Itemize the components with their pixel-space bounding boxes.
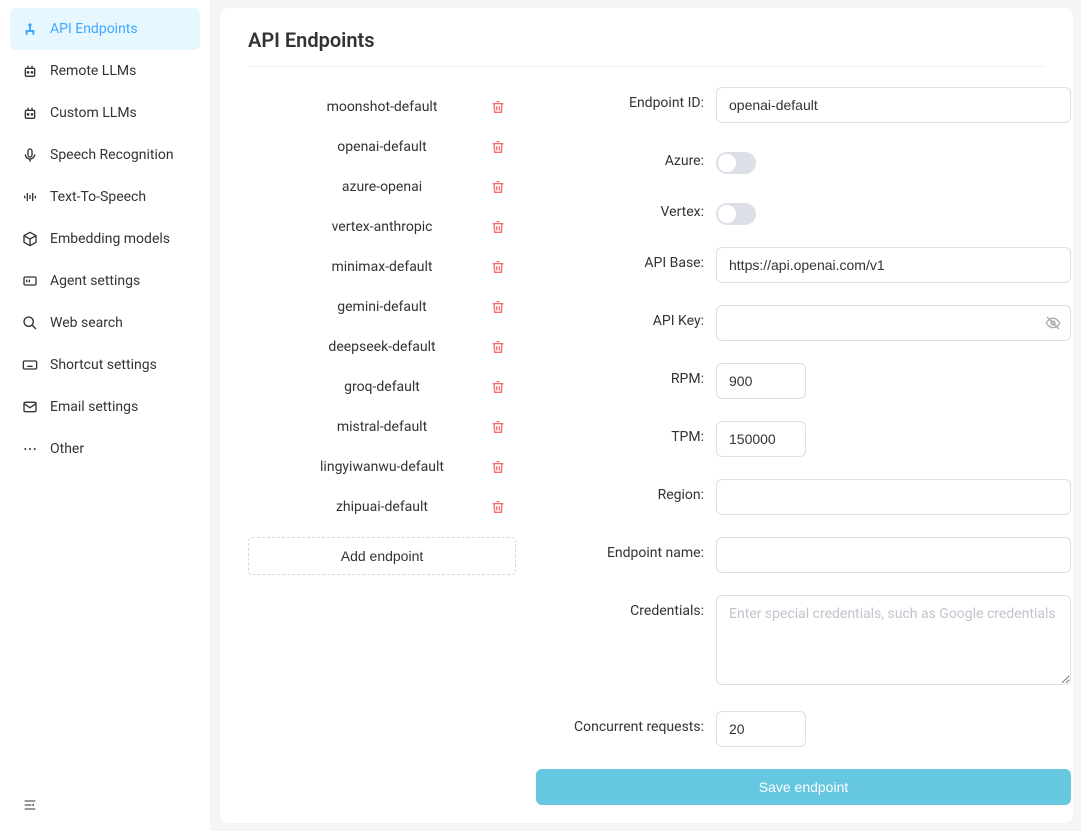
- endpoint-id-label: Endpoint ID:: [536, 87, 716, 111]
- endpoint-name: zhipuai-default: [248, 499, 516, 515]
- api-key-input[interactable]: [716, 305, 1071, 341]
- sidebar-item-label: Web search: [50, 315, 123, 331]
- sidebar-item-agent-settings[interactable]: Agent settings: [10, 260, 200, 302]
- endpoint-name: mistral-default: [248, 419, 516, 435]
- endpoint-list: moonshot-default openai-default azure-op…: [248, 87, 516, 805]
- trash-icon[interactable]: [488, 497, 508, 517]
- collapse-sidebar-icon[interactable]: [22, 797, 188, 813]
- main-panel: API Endpoints moonshot-default openai-de…: [220, 8, 1073, 823]
- endpoint-row[interactable]: minimax-default: [248, 247, 516, 287]
- rpm-label: RPM:: [536, 363, 716, 387]
- tpm-label: TPM:: [536, 421, 716, 445]
- api-base-label: API Base:: [536, 247, 716, 271]
- sidebar-item-web-search[interactable]: Web search: [10, 302, 200, 344]
- page-title: API Endpoints: [248, 28, 1045, 67]
- api-icon: [22, 21, 38, 37]
- credentials-label: Credentials:: [536, 595, 716, 619]
- endpoint-name-input[interactable]: [716, 537, 1071, 573]
- keyboard-icon: [22, 357, 38, 373]
- cube-icon: [22, 231, 38, 247]
- api-key-label: API Key:: [536, 305, 716, 329]
- robot-icon: [22, 63, 38, 79]
- sidebar-item-email-settings[interactable]: Email settings: [10, 386, 200, 428]
- endpoint-name-label: Endpoint name:: [536, 537, 716, 561]
- endpoint-id-input[interactable]: [716, 87, 1071, 123]
- endpoint-row[interactable]: zhipuai-default: [248, 487, 516, 527]
- region-input[interactable]: [716, 479, 1071, 515]
- trash-icon[interactable]: [488, 257, 508, 277]
- trash-icon[interactable]: [488, 97, 508, 117]
- endpoint-name: minimax-default: [248, 259, 516, 275]
- sidebar-item-label: Agent settings: [50, 273, 140, 289]
- search-icon: [22, 315, 38, 331]
- api-base-input[interactable]: [716, 247, 1071, 283]
- save-endpoint-button[interactable]: Save endpoint: [536, 769, 1071, 805]
- endpoint-name: lingyiwanwu-default: [248, 459, 516, 475]
- agent-icon: [22, 273, 38, 289]
- endpoint-row[interactable]: deepseek-default: [248, 327, 516, 367]
- sidebar-item-other[interactable]: Other: [10, 428, 200, 470]
- endpoint-row[interactable]: groq-default: [248, 367, 516, 407]
- trash-icon[interactable]: [488, 177, 508, 197]
- sidebar-item-label: Embedding models: [50, 231, 170, 247]
- concurrent-requests-input[interactable]: [716, 711, 806, 747]
- sidebar-item-label: Text-To-Speech: [50, 189, 146, 205]
- vertex-toggle[interactable]: [716, 203, 756, 225]
- azure-label: Azure:: [536, 145, 716, 169]
- azure-toggle[interactable]: [716, 152, 756, 174]
- endpoint-name: moonshot-default: [248, 99, 516, 115]
- sidebar-item-embedding-models[interactable]: Embedding models: [10, 218, 200, 260]
- endpoint-name: deepseek-default: [248, 339, 516, 355]
- endpoint-row[interactable]: lingyiwanwu-default: [248, 447, 516, 487]
- endpoint-row[interactable]: openai-default: [248, 127, 516, 167]
- sidebar-item-speech-recognition[interactable]: Speech Recognition: [10, 134, 200, 176]
- sidebar-item-label: Shortcut settings: [50, 357, 157, 373]
- eye-off-icon[interactable]: [1045, 315, 1061, 331]
- robot-icon: [22, 105, 38, 121]
- sidebar-item-text-to-speech[interactable]: Text-To-Speech: [10, 176, 200, 218]
- trash-icon[interactable]: [488, 417, 508, 437]
- trash-icon[interactable]: [488, 217, 508, 237]
- sidebar-item-label: Other: [50, 441, 84, 457]
- sidebar-item-label: Custom LLMs: [50, 105, 137, 121]
- trash-icon[interactable]: [488, 377, 508, 397]
- sidebar-item-label: API Endpoints: [50, 21, 138, 37]
- sidebar-item-shortcut-settings[interactable]: Shortcut settings: [10, 344, 200, 386]
- mail-icon: [22, 399, 38, 415]
- sidebar-item-custom-llms[interactable]: Custom LLMs: [10, 92, 200, 134]
- endpoint-row[interactable]: gemini-default: [248, 287, 516, 327]
- endpoint-row[interactable]: azure-openai: [248, 167, 516, 207]
- sidebar-item-label: Remote LLMs: [50, 63, 136, 79]
- sidebar-item-label: Email settings: [50, 399, 138, 415]
- rpm-input[interactable]: [716, 363, 806, 399]
- trash-icon[interactable]: [488, 137, 508, 157]
- endpoint-row[interactable]: vertex-anthropic: [248, 207, 516, 247]
- endpoint-name: vertex-anthropic: [248, 219, 516, 235]
- sidebar-items: API Endpoints Remote LLMs Custom LLMs Sp…: [10, 8, 200, 787]
- mic-icon: [22, 147, 38, 163]
- sidebar-item-label: Speech Recognition: [50, 147, 174, 163]
- vertex-label: Vertex:: [536, 196, 716, 220]
- sidebar-item-api-endpoints[interactable]: API Endpoints: [10, 8, 200, 50]
- trash-icon[interactable]: [488, 297, 508, 317]
- tpm-input[interactable]: [716, 421, 806, 457]
- add-endpoint-button[interactable]: Add endpoint: [248, 537, 516, 575]
- sidebar: API Endpoints Remote LLMs Custom LLMs Sp…: [0, 0, 210, 831]
- endpoint-name: azure-openai: [248, 179, 516, 195]
- endpoint-row[interactable]: moonshot-default: [248, 87, 516, 127]
- endpoint-form: Endpoint ID: Azure: Vertex:: [536, 87, 1071, 805]
- concurrent-requests-label: Concurrent requests:: [536, 711, 716, 735]
- trash-icon[interactable]: [488, 457, 508, 477]
- waveform-icon: [22, 189, 38, 205]
- endpoint-name: openai-default: [248, 139, 516, 155]
- sidebar-item-remote-llms[interactable]: Remote LLMs: [10, 50, 200, 92]
- region-label: Region:: [536, 479, 716, 503]
- more-icon: [22, 441, 38, 457]
- trash-icon[interactable]: [488, 337, 508, 357]
- credentials-textarea[interactable]: [716, 595, 1071, 685]
- endpoint-name: gemini-default: [248, 299, 516, 315]
- endpoint-name: groq-default: [248, 379, 516, 395]
- endpoint-row[interactable]: mistral-default: [248, 407, 516, 447]
